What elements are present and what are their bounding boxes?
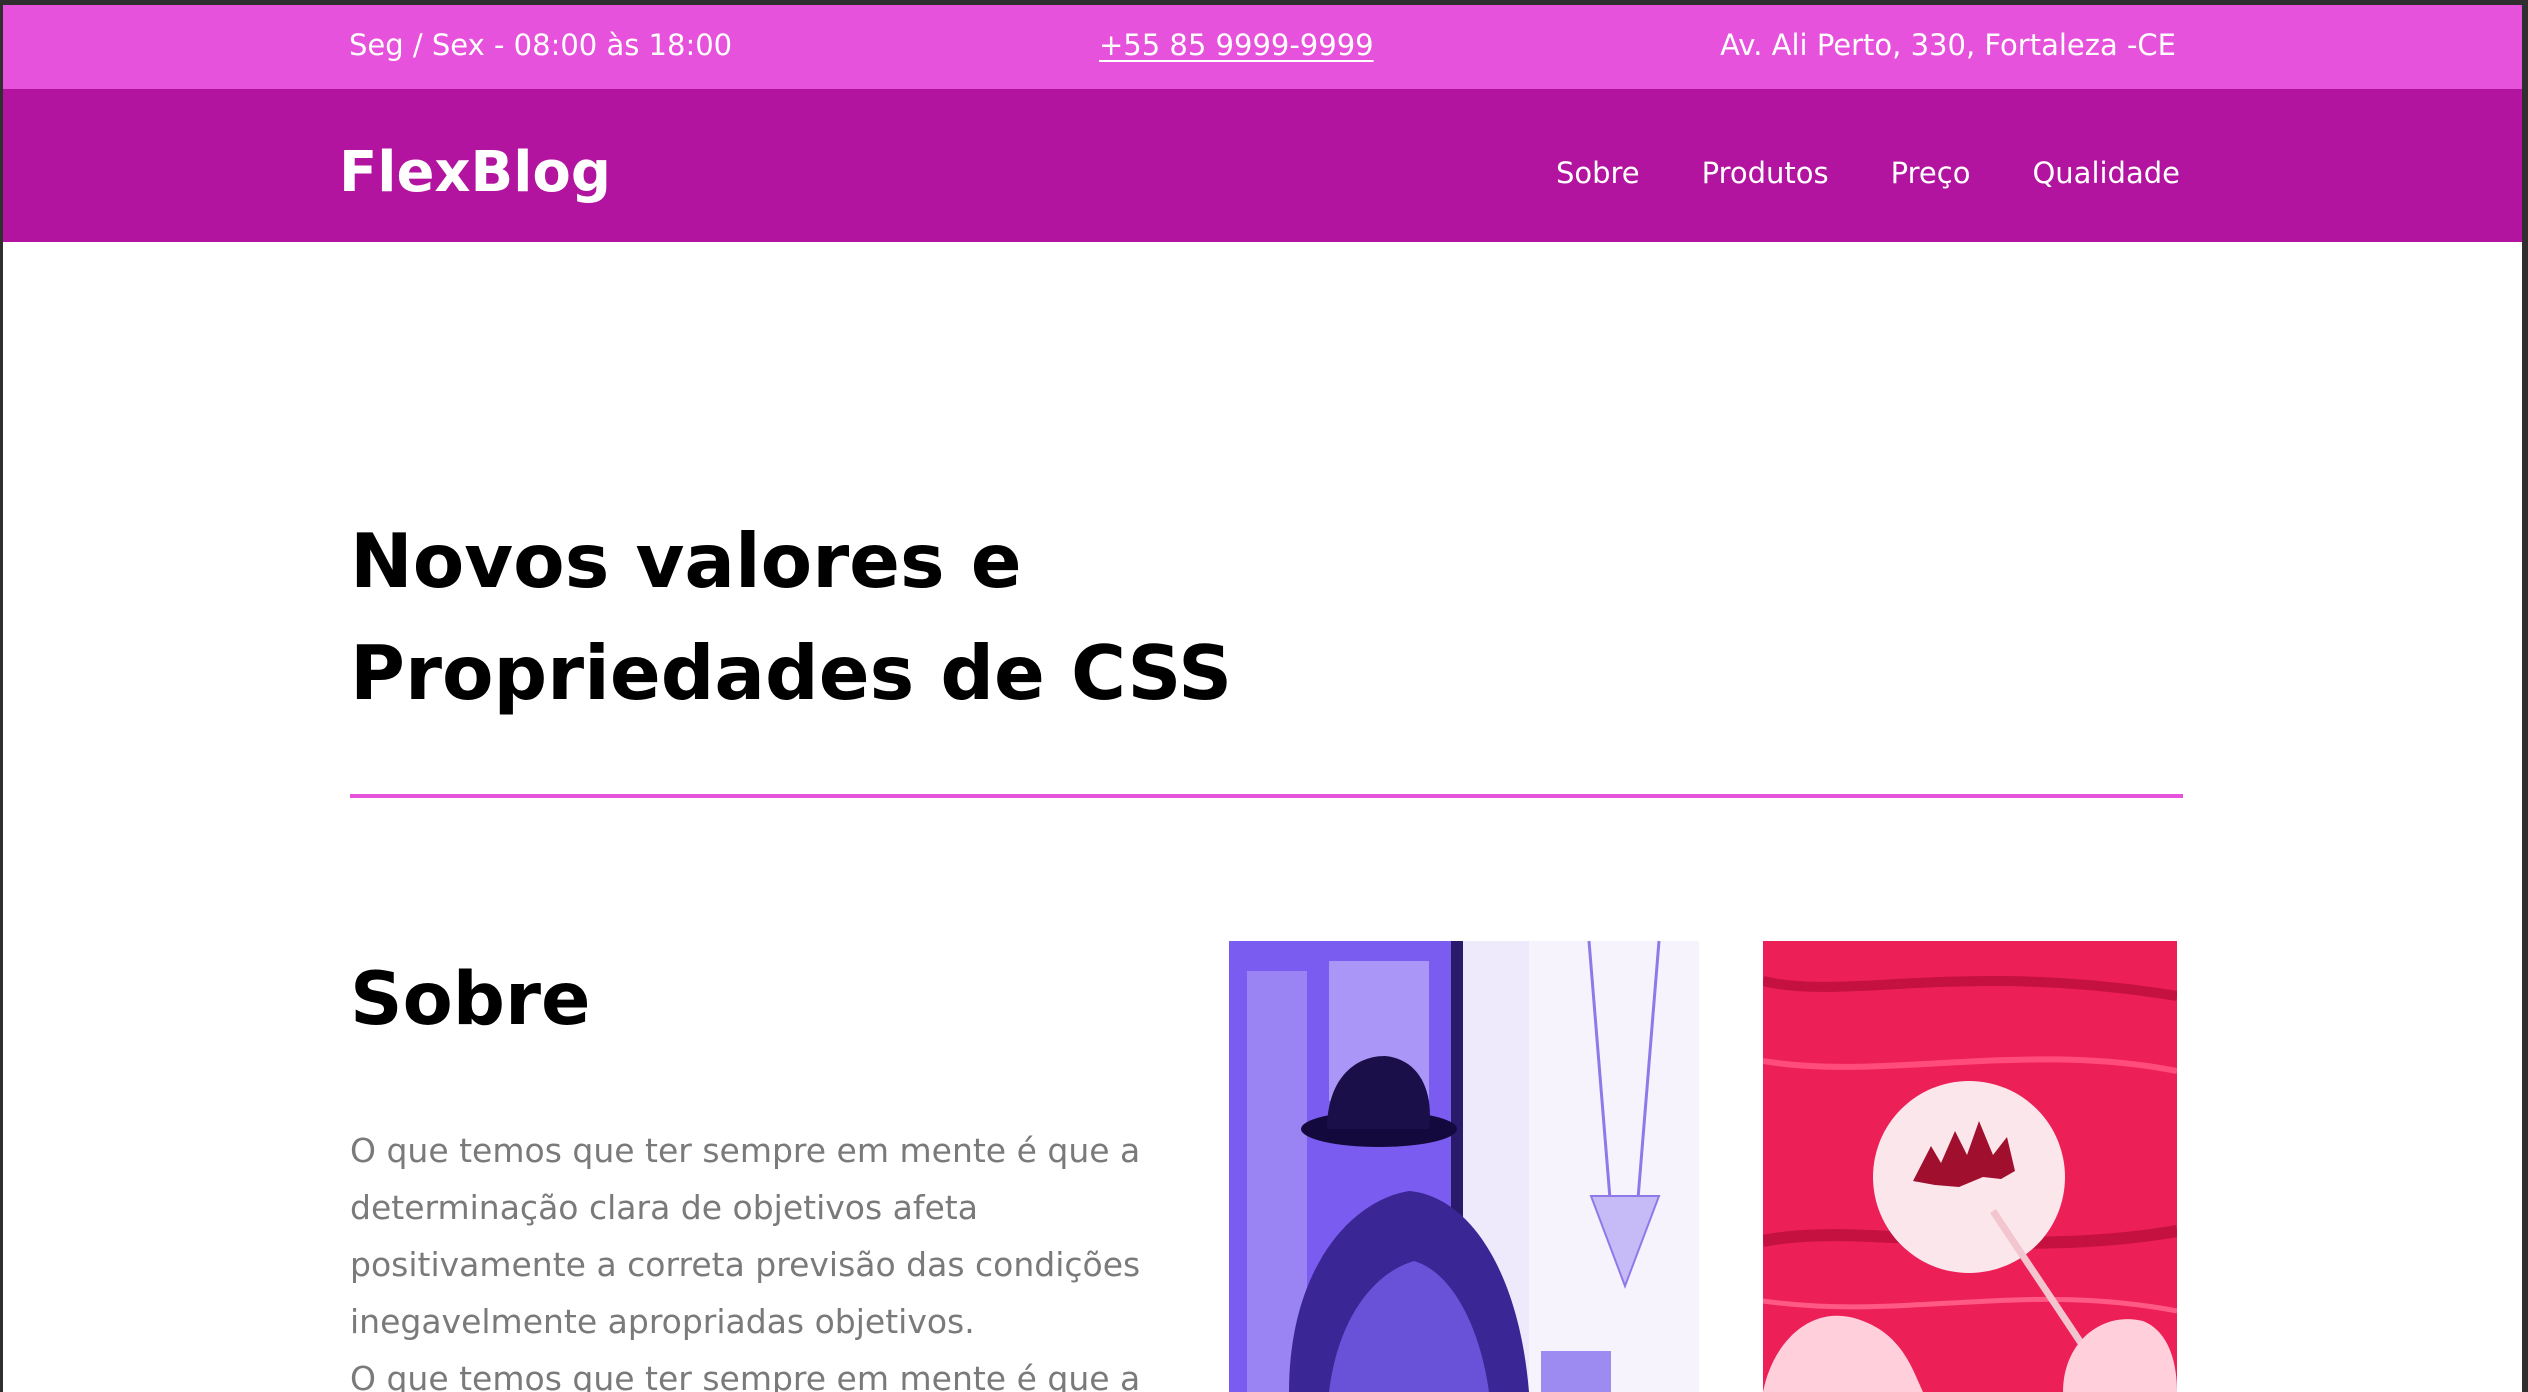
section-divider xyxy=(350,794,2183,798)
address-text: Av. Ali Perto, 330, Fortaleza -CE xyxy=(1720,28,2176,62)
site-header: FlexBlog Sobre Produtos Preço Qualidade xyxy=(3,89,2522,242)
nav-item-preco[interactable]: Preço xyxy=(1891,155,1971,191)
about-text: O que temos que ter sempre em mente é qu… xyxy=(350,1122,1150,1392)
woman-with-hat-photo xyxy=(1229,941,1699,1392)
site-logo[interactable]: FlexBlog xyxy=(339,141,611,205)
hero-title-line-1: Novos valores e xyxy=(350,517,1022,605)
nav-item-sobre[interactable]: Sobre xyxy=(1556,155,1640,191)
about-paragraph-1: O que temos que ter sempre em mente é qu… xyxy=(350,1131,1141,1341)
browser-viewport: Seg / Sex - 08:00 às 18:00 +55 85 9999-9… xyxy=(3,5,2522,1392)
top-info-bar: Seg / Sex - 08:00 às 18:00 +55 85 9999-9… xyxy=(3,5,2522,89)
hands-drawing-tree-photo xyxy=(1763,941,2177,1392)
main-nav: Sobre Produtos Preço Qualidade xyxy=(1556,155,2180,191)
hero-title: Novos valores e Propriedades de CSS xyxy=(350,505,1350,729)
nav-item-qualidade[interactable]: Qualidade xyxy=(2032,155,2180,191)
phone-link[interactable]: +55 85 9999-9999 xyxy=(1099,27,1374,63)
about-title: Sobre xyxy=(350,957,591,1042)
opening-hours: Seg / Sex - 08:00 às 18:00 xyxy=(349,28,733,62)
hero-title-line-2: Propriedades de CSS xyxy=(350,629,1233,717)
about-paragraph-2: O que temos que ter sempre em mente é qu… xyxy=(350,1359,1141,1392)
nav-item-produtos[interactable]: Produtos xyxy=(1702,155,1829,191)
